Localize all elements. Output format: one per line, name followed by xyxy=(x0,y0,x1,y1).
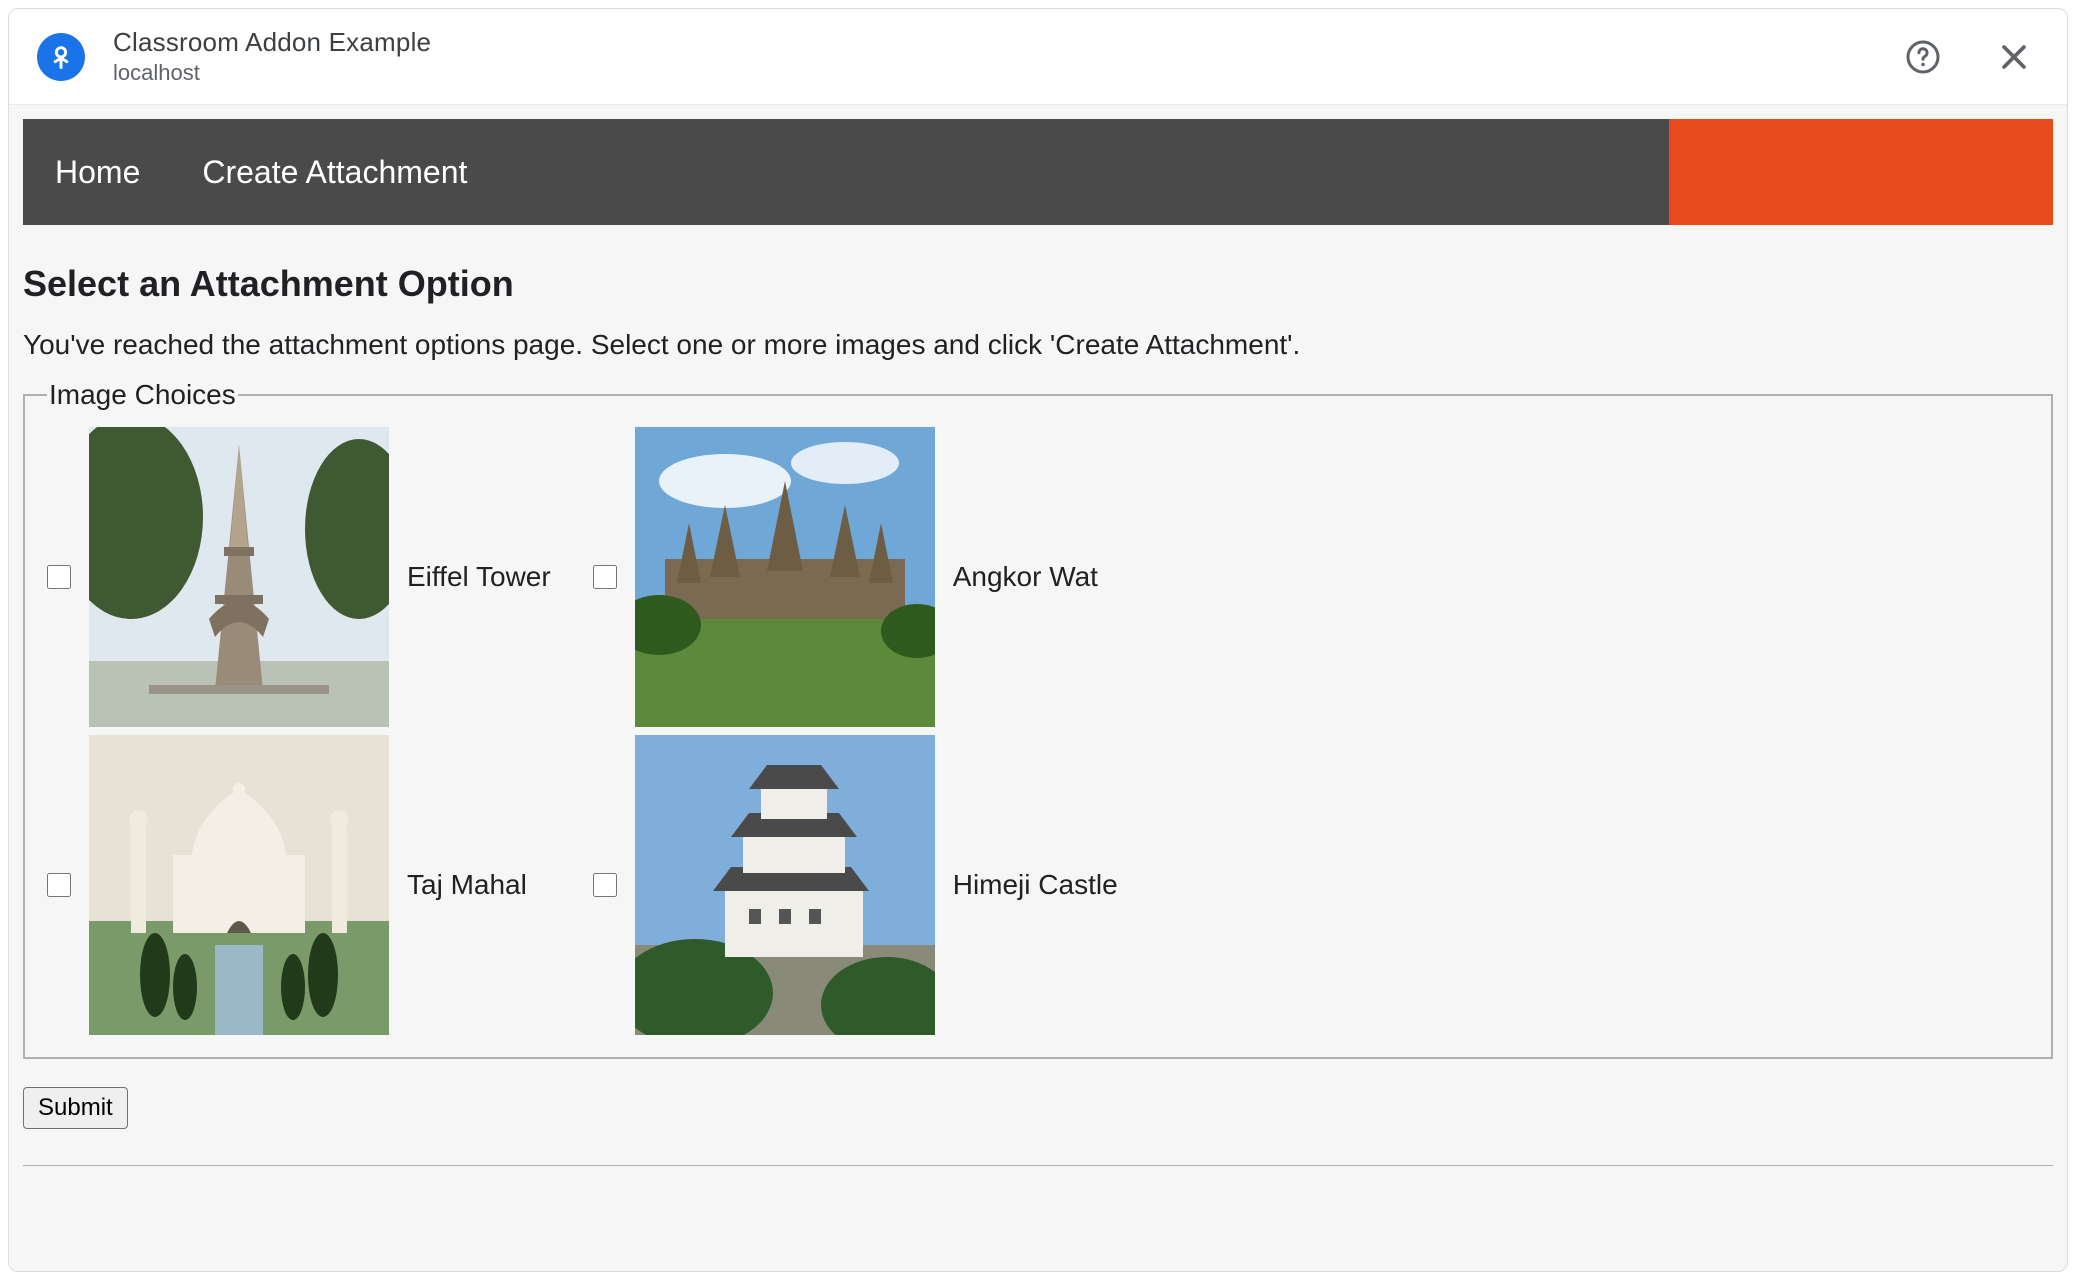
divider xyxy=(23,1165,2053,1166)
choice-eiffel-tower[interactable]: Eiffel Tower xyxy=(47,427,569,727)
image-choice-grid: Eiffel Tower xyxy=(47,427,2029,1035)
dialog-title: Classroom Addon Example xyxy=(113,27,1901,58)
checkbox-angkor-wat[interactable] xyxy=(593,565,617,589)
choice-label: Angkor Wat xyxy=(947,561,1116,593)
choice-taj-mahal[interactable]: Taj Mahal xyxy=(47,735,569,1035)
close-button[interactable] xyxy=(1993,36,2035,78)
nav-create-attachment[interactable]: Create Attachment xyxy=(202,154,467,191)
dialog-subtitle: localhost xyxy=(113,60,1901,86)
dialog-header-actions xyxy=(1901,35,2035,79)
thumb-angkor-wat xyxy=(635,427,935,727)
thumb-eiffel-tower xyxy=(89,427,389,727)
help-button[interactable] xyxy=(1901,35,1945,79)
choice-angkor-wat[interactable]: Angkor Wat xyxy=(593,427,1136,727)
submit-button[interactable]: Submit xyxy=(23,1087,128,1129)
addon-dialog: Classroom Addon Example localhost Home xyxy=(8,8,2068,1272)
checkbox-taj-mahal[interactable] xyxy=(47,873,71,897)
image-choices-fieldset: Image Choices xyxy=(23,379,2053,1059)
addon-logo-icon xyxy=(37,33,85,81)
dialog-titles: Classroom Addon Example localhost xyxy=(113,27,1901,87)
close-icon xyxy=(1997,40,2031,74)
dialog-body: Home Create Attachment Select an Attachm… xyxy=(9,105,2067,1271)
thumb-taj-mahal xyxy=(89,735,389,1035)
navbar-accent xyxy=(1669,119,2053,225)
image-choices-legend: Image Choices xyxy=(47,379,238,411)
choice-label: Taj Mahal xyxy=(401,869,545,901)
page-title: Select an Attachment Option xyxy=(23,263,2053,305)
thumb-himeji-castle xyxy=(635,735,935,1035)
navbar: Home Create Attachment xyxy=(23,119,2053,225)
navbar-spacer xyxy=(467,119,1669,225)
choice-label: Himeji Castle xyxy=(947,869,1136,901)
checkbox-eiffel-tower[interactable] xyxy=(47,565,71,589)
dialog-header: Classroom Addon Example localhost xyxy=(9,9,2067,105)
choice-himeji-castle[interactable]: Himeji Castle xyxy=(593,735,1136,1035)
choice-label: Eiffel Tower xyxy=(401,561,569,593)
navbar-left: Home Create Attachment xyxy=(23,119,467,225)
nav-home[interactable]: Home xyxy=(55,154,140,191)
help-icon xyxy=(1905,39,1941,75)
page-description: You've reached the attachment options pa… xyxy=(23,329,2053,361)
checkbox-himeji-castle[interactable] xyxy=(593,873,617,897)
